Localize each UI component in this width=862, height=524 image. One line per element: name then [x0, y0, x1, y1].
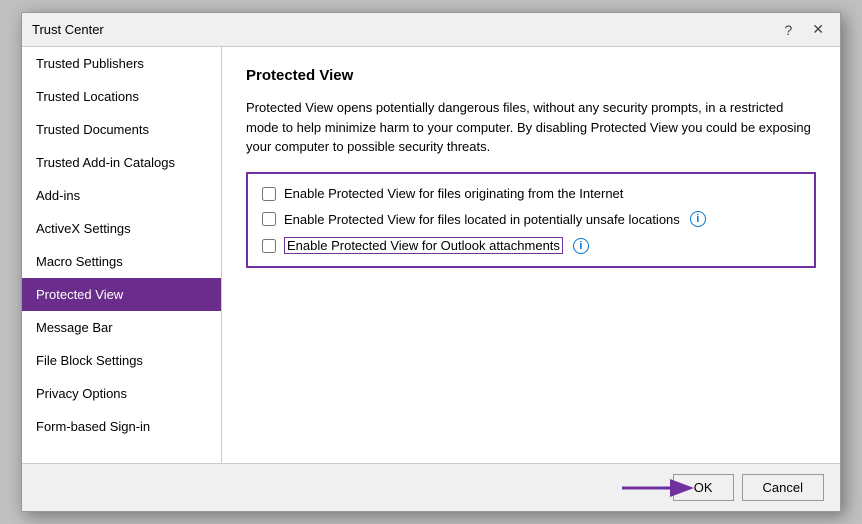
- checkbox-row-internet: Enable Protected View for files originat…: [262, 186, 800, 201]
- arrow-container: [620, 470, 700, 506]
- cancel-button[interactable]: Cancel: [742, 474, 824, 501]
- sidebar-item-protected-view[interactable]: Protected View: [22, 278, 221, 311]
- sidebar-item-message-bar[interactable]: Message Bar: [22, 311, 221, 344]
- help-button[interactable]: ?: [778, 20, 798, 40]
- title-bar-left: Trust Center: [32, 22, 104, 37]
- checkbox-internet[interactable]: [262, 187, 276, 201]
- checkbox-outlook-label: Enable Protected View for Outlook attach…: [284, 237, 563, 254]
- description: Protected View opens potentially dangero…: [246, 98, 816, 156]
- dialog-body: Trusted Publishers Trusted Locations Tru…: [22, 47, 840, 463]
- title-bar-controls: ? ✕: [778, 19, 830, 40]
- checkbox-internet-label: Enable Protected View for files originat…: [284, 186, 623, 201]
- sidebar-item-privacy-options[interactable]: Privacy Options: [22, 377, 221, 410]
- sidebar-item-file-block-settings[interactable]: File Block Settings: [22, 344, 221, 377]
- sidebar-item-macro-settings[interactable]: Macro Settings: [22, 245, 221, 278]
- trust-center-dialog: Trust Center ? ✕ Trusted Publishers Trus…: [21, 12, 841, 512]
- sidebar-item-trusted-add-in-catalogs[interactable]: Trusted Add-in Catalogs: [22, 146, 221, 179]
- dialog-footer: OK Cancel: [22, 463, 840, 511]
- info-icon-unsafe-locations[interactable]: i: [690, 211, 706, 227]
- info-icon-outlook[interactable]: i: [573, 238, 589, 254]
- options-box: Enable Protected View for files originat…: [246, 172, 816, 268]
- sidebar-item-trusted-documents[interactable]: Trusted Documents: [22, 113, 221, 146]
- title-bar: Trust Center ? ✕: [22, 13, 840, 47]
- ok-arrow-icon: [620, 470, 700, 506]
- checkbox-outlook[interactable]: [262, 239, 276, 253]
- sidebar-item-form-based-sign-in[interactable]: Form-based Sign-in: [22, 410, 221, 443]
- section-title: Protected View: [246, 67, 816, 84]
- sidebar-item-add-ins[interactable]: Add-ins: [22, 179, 221, 212]
- checkbox-row-outlook: Enable Protected View for Outlook attach…: [262, 237, 800, 254]
- checkbox-unsafe-locations[interactable]: [262, 212, 276, 226]
- dialog-title: Trust Center: [32, 22, 104, 37]
- sidebar-item-trusted-locations[interactable]: Trusted Locations: [22, 80, 221, 113]
- sidebar-item-activex-settings[interactable]: ActiveX Settings: [22, 212, 221, 245]
- main-content: Protected View Protected View opens pote…: [222, 47, 840, 463]
- close-button[interactable]: ✕: [806, 19, 830, 40]
- checkbox-row-unsafe-locations: Enable Protected View for files located …: [262, 211, 800, 227]
- sidebar: Trusted Publishers Trusted Locations Tru…: [22, 47, 222, 463]
- sidebar-item-trusted-publishers[interactable]: Trusted Publishers: [22, 47, 221, 80]
- checkbox-unsafe-locations-label: Enable Protected View for files located …: [284, 212, 680, 227]
